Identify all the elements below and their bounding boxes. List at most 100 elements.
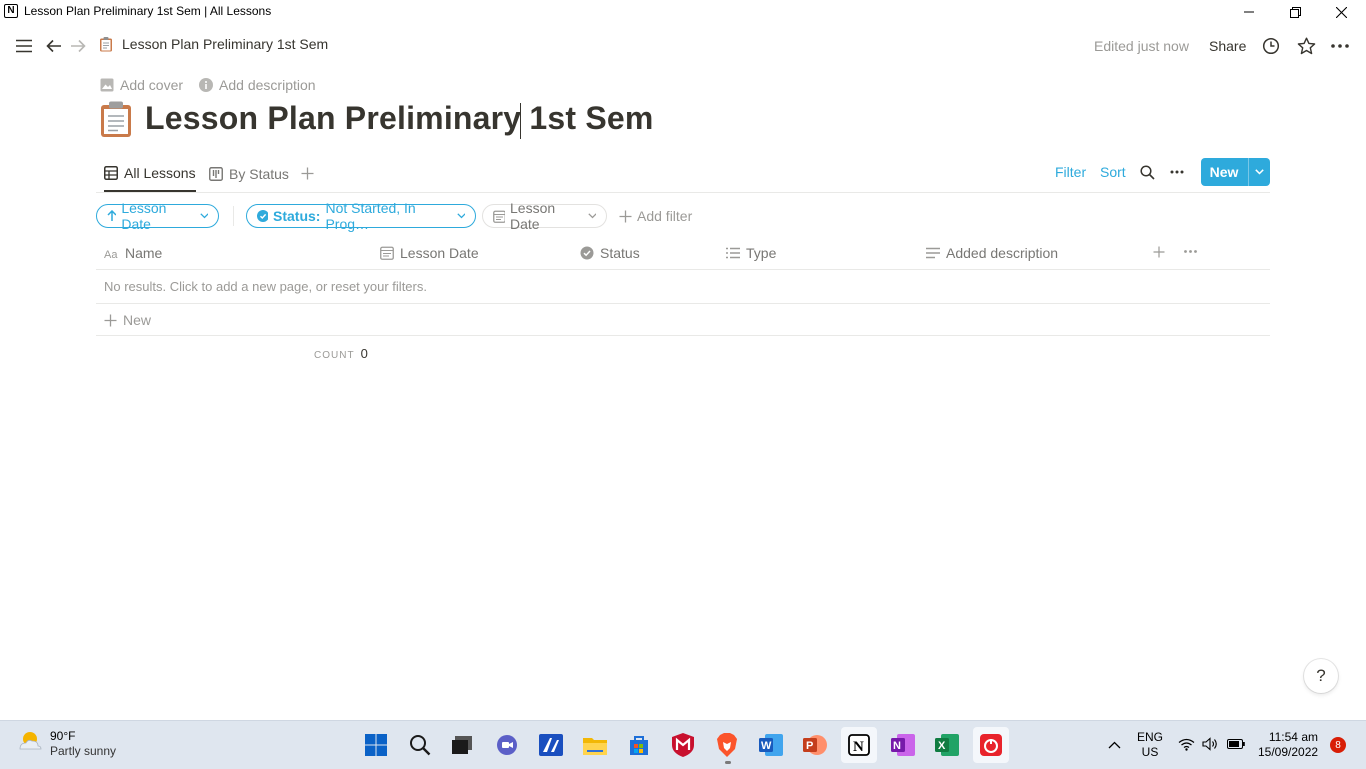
wifi-status[interactable]: [1177, 736, 1195, 752]
word-button[interactable]: W: [753, 727, 789, 763]
tab-label: All Lessons: [124, 165, 196, 181]
mcafee-button[interactable]: [665, 727, 701, 763]
taskbar-app-blue-a[interactable]: [533, 727, 569, 763]
clipboard-icon: [100, 37, 112, 52]
filter-button[interactable]: Filter: [1055, 164, 1086, 180]
plus-icon: [301, 167, 314, 180]
add-column-button[interactable]: [1153, 246, 1165, 258]
battery-status[interactable]: [1226, 737, 1246, 751]
status-filter-key: Status:: [273, 208, 321, 224]
sort-button[interactable]: Sort: [1100, 164, 1126, 180]
status-filter-pill[interactable]: Status: Not Started, In Prog…: [246, 200, 476, 232]
partly-sunny-icon: [19, 732, 42, 750]
chevron-down-icon: [199, 213, 208, 219]
onenote-button[interactable]: N: [885, 727, 921, 763]
back-button[interactable]: [44, 36, 64, 56]
add-filter-label: Add filter: [637, 208, 693, 224]
start-button[interactable]: [358, 727, 394, 763]
arrow-left-icon: [46, 39, 61, 53]
add-description-button[interactable]: Add description: [199, 77, 316, 93]
column-header-added-description[interactable]: Added description: [926, 245, 1058, 261]
column-header-name[interactable]: Aa Name: [104, 245, 162, 261]
view-more-button[interactable]: [1169, 170, 1185, 174]
arrow-up-icon: [107, 210, 117, 221]
forward-button[interactable]: [68, 36, 88, 56]
add-row-label: New: [123, 312, 152, 328]
powerpoint-button[interactable]: P: [797, 727, 833, 763]
file-explorer-button[interactable]: [577, 727, 613, 763]
breadcrumb[interactable]: Lesson Plan Preliminary 1st Sem: [98, 36, 328, 52]
date-filter-label: Lesson Date: [510, 200, 556, 232]
page-title[interactable]: Lesson Plan Preliminary 1st Sem: [99, 100, 654, 139]
board-icon: [209, 166, 223, 181]
add-filter-button[interactable]: Add filter: [619, 208, 692, 224]
task-view-button[interactable]: [444, 727, 480, 763]
language-code: ENG: [1137, 730, 1164, 744]
notion-icon: N: [848, 734, 870, 756]
recorder-app-button[interactable]: [973, 727, 1009, 763]
more-options-button[interactable]: [1330, 36, 1350, 56]
mcafee-shield-icon: [672, 733, 694, 757]
excel-button[interactable]: X: [929, 727, 965, 763]
empty-state-row[interactable]: No results. Click to add a new page, or …: [96, 270, 1270, 304]
favorite-button[interactable]: [1296, 36, 1316, 56]
date-filter-pill[interactable]: Lesson Date: [482, 200, 607, 232]
show-hidden-icons-button[interactable]: [1106, 737, 1122, 753]
add-view-button[interactable]: [301, 156, 314, 191]
page-controls: Add cover Add description: [100, 77, 316, 93]
microsoft-store-button[interactable]: [621, 727, 657, 763]
minimize-button[interactable]: [1226, 0, 1272, 24]
chat-icon: [497, 735, 517, 755]
close-button[interactable]: [1318, 0, 1364, 24]
share-button[interactable]: Share: [1209, 38, 1246, 54]
restore-button[interactable]: [1272, 0, 1318, 24]
plus-icon: [619, 210, 632, 222]
store-icon: [630, 736, 648, 755]
column-header-type[interactable]: Type: [726, 245, 776, 261]
more-dots-icon: [1184, 250, 1197, 253]
search-icon: [1139, 164, 1155, 180]
add-cover-button[interactable]: Add cover: [100, 77, 183, 93]
notion-taskbar-button[interactable]: N: [841, 727, 877, 763]
svg-text:N: N: [893, 740, 901, 752]
search-button[interactable]: [1139, 164, 1155, 180]
weather-widget[interactable]: 90°F Partly sunny: [16, 729, 116, 759]
text-aa-icon: Aa: [104, 249, 118, 259]
weather-desc: Partly sunny: [50, 744, 117, 758]
region-code: US: [1141, 745, 1159, 759]
brave-lion-icon: [717, 733, 737, 757]
calculation-count[interactable]: COUNT 0: [314, 346, 368, 361]
chevron-down-icon: [1255, 169, 1264, 175]
task-view-icon: [452, 736, 472, 754]
add-row-button[interactable]: New: [96, 304, 1270, 336]
record-app-icon: [980, 734, 1002, 756]
sidebar-menu-button[interactable]: [14, 36, 34, 56]
image-icon: [100, 78, 114, 92]
tab-all-lessons[interactable]: All Lessons: [104, 156, 196, 192]
taskbar-search-button[interactable]: [402, 727, 438, 763]
brave-browser-button[interactable]: [709, 727, 745, 764]
weather-temp: 90°F: [50, 729, 76, 743]
notification-badge[interactable]: 8: [1330, 737, 1346, 753]
help-button[interactable]: ?: [1304, 659, 1338, 693]
column-header-status[interactable]: Status: [580, 245, 640, 261]
column-more-button[interactable]: [1184, 250, 1197, 253]
sort-pill[interactable]: Lesson Date: [96, 200, 219, 232]
column-header-lesson-date[interactable]: Lesson Date: [380, 245, 479, 261]
updates-button[interactable]: [1261, 36, 1281, 56]
svg-text:X: X: [938, 740, 946, 752]
new-dropdown-button[interactable]: [1249, 158, 1270, 186]
new-button[interactable]: New: [1201, 158, 1270, 186]
battery-icon: [1227, 739, 1245, 749]
add-description-label: Add description: [219, 77, 316, 93]
status-icon: [580, 246, 594, 260]
tab-by-status[interactable]: By Status: [209, 156, 289, 191]
sort-pill-label: Lesson Date: [121, 200, 167, 232]
restore-icon: [1289, 6, 1301, 18]
input-language[interactable]: ENG US: [1137, 730, 1163, 760]
clock[interactable]: 11:54 am 15/09/2022: [1258, 730, 1318, 760]
add-cover-label: Add cover: [120, 77, 184, 93]
volume-status[interactable]: [1201, 736, 1219, 752]
status-icon: [257, 210, 268, 222]
teams-chat-button[interactable]: [489, 727, 525, 763]
